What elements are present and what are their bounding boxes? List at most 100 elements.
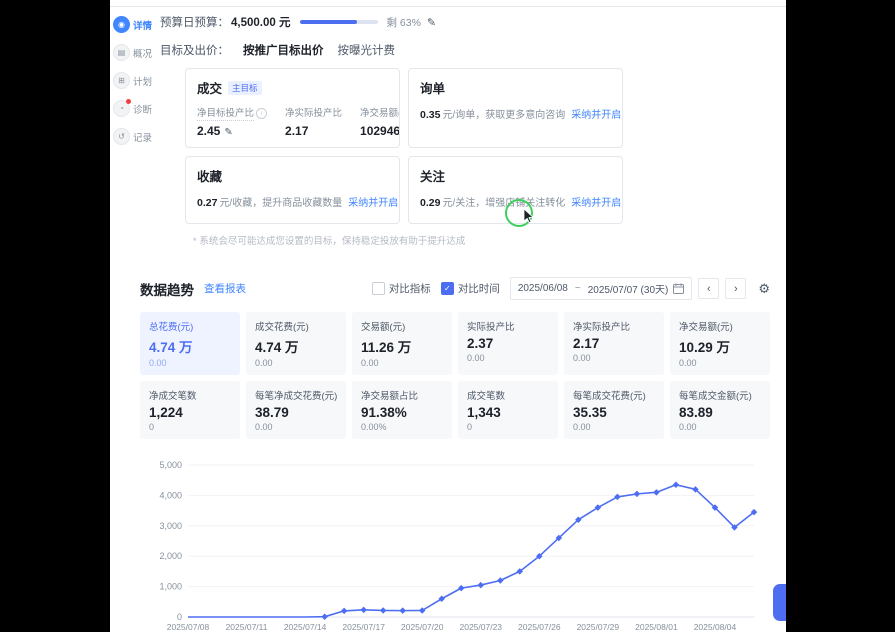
metric-card-3[interactable]: 交易额(元)11.26 万0.00: [352, 312, 452, 375]
metric-label: 总花费(元): [149, 319, 231, 333]
goal-card-title: 成交: [197, 78, 222, 97]
metric-card-10[interactable]: 成交笔数1,3430: [458, 381, 558, 439]
budget-progress-fill: [300, 20, 356, 24]
goal-card-title: 关注: [420, 166, 611, 185]
goal-note: * 系统会尽可能达成您设置的目标，保持稳定投放有助于提升达成: [193, 233, 770, 247]
tab-bid-by-goal[interactable]: 按推广目标出价: [243, 42, 324, 58]
metric-compare-value: 0.00: [467, 353, 549, 363]
top-divider: [110, 6, 786, 7]
check-icon: ✓: [444, 284, 451, 293]
goal-card-favorite: 收藏 0.27元/收藏，提升商品收藏数量采纳并开启: [185, 156, 400, 224]
metric-card-6[interactable]: 净交易额(元) 10.29 万 0.00: [670, 312, 770, 375]
alert-dot: [126, 99, 131, 104]
svg-text:5,000: 5,000: [159, 460, 182, 470]
metric-card-4[interactable]: 实际投产比2.370.00: [458, 312, 558, 375]
adopt-favorite-link[interactable]: 采纳并开启: [348, 198, 398, 209]
metric-card-5[interactable]: 净实际投产比 2.17 0.00: [564, 312, 664, 375]
adopt-follow-link[interactable]: 采纳并开启: [571, 198, 621, 209]
svg-text:2,000: 2,000: [159, 551, 182, 561]
prev-period-button[interactable]: ‹: [698, 278, 719, 299]
metric-label: 每笔成交金额(元): [679, 388, 761, 402]
compare-time-checkbox[interactable]: ✓: [441, 282, 454, 295]
sidebar-item-label: 概况: [133, 46, 152, 60]
svg-text:3,000: 3,000: [159, 521, 182, 531]
floating-side-button[interactable]: [773, 584, 786, 621]
adopt-inquiry-link[interactable]: 采纳并开启: [571, 110, 621, 121]
trend-chart-svg: 01,0002,0003,0004,0005,0002025/07/082025…: [140, 455, 764, 632]
metric-value: 2.17: [573, 336, 655, 351]
metric-compare-value: 0: [467, 422, 549, 432]
goal-card-desc: 0.35元/询单，获取更多意向咨询采纳并开启: [420, 106, 611, 121]
metric-card-2[interactable]: 成交花费(元)4.74 万0.00: [246, 312, 346, 375]
next-period-button[interactable]: ›: [725, 278, 746, 299]
plan-detail-panel: ◉详情▤概况⊞计划◔诊断↺记录 预算日预算： 4,500.00 元 剩 63% …: [110, 0, 786, 632]
sidebar-item-4[interactable]: ◔诊断: [113, 100, 159, 117]
trend-chart: 01,0002,0003,0004,0005,0002025/07/082025…: [140, 455, 770, 632]
compare-metric-checkbox[interactable]: [372, 282, 385, 295]
metric-value: 1,343: [467, 405, 549, 420]
goal-card-deal-header: 成交 主目标: [197, 78, 388, 97]
svg-text:2025/07/14: 2025/07/14: [284, 622, 327, 632]
metric-compare-value: 0.00: [361, 358, 443, 368]
plan-icon: ⊞: [113, 72, 130, 89]
calendar-icon: [673, 283, 684, 294]
metric-compare-value: 0.00: [255, 422, 337, 432]
sidebar-item-label: 详情: [133, 18, 152, 32]
date-range-picker[interactable]: 2025/06/08 ~ 2025/07/07 (30天): [510, 277, 693, 300]
diagnose-icon: ◔: [113, 100, 130, 117]
deal-metric-actual-roi: 净实际投产比 2.17: [285, 105, 342, 138]
metric-card-1[interactable]: 总花费(元) 4.74 万 0.00: [140, 312, 240, 375]
trend-header: 数据趋势 查看报表 对比指标 ✓ 对比时间 2025/06/08 ~ 2025/…: [140, 277, 770, 300]
metric-compare-value: 0.00: [573, 353, 655, 363]
metric-value: 4.74 万: [149, 336, 231, 356]
goal-card-grid: 成交 主目标 净目标投产比i 2.45✎ 净实际投产比 2.17 净交易额(元)…: [185, 68, 623, 224]
sidebar-item-label: 计划: [133, 74, 152, 88]
metric-card-7[interactable]: 净成交笔数1,2240: [140, 381, 240, 439]
metric-label: 净交易额(元): [679, 319, 761, 333]
sidebar-item-5[interactable]: ↺记录: [113, 128, 159, 145]
deal-metric-target-roi: 净目标投产比i 2.45✎: [197, 105, 267, 138]
metric-label: 净交易额占比: [361, 388, 443, 402]
svg-text:2025/07/23: 2025/07/23: [459, 622, 502, 632]
metric-card-11[interactable]: 每笔成交花费(元)35.350.00: [564, 381, 664, 439]
metric-value: 4.74 万: [255, 336, 337, 356]
metric-compare-value: 0.00: [679, 422, 761, 432]
svg-text:4,000: 4,000: [159, 490, 182, 500]
metric-card-9[interactable]: 净交易额占比91.38%0.00%: [352, 381, 452, 439]
goal-card-deal-metrics: 净目标投产比i 2.45✎ 净实际投产比 2.17 净交易额(元) 102946…: [197, 105, 388, 138]
svg-text:0: 0: [177, 612, 182, 622]
info-icon[interactable]: i: [256, 108, 267, 119]
goal-card-deal[interactable]: 成交 主目标 净目标投产比i 2.45✎ 净实际投产比 2.17 净交易额(元)…: [185, 68, 400, 148]
edit-roi-icon[interactable]: ✎: [224, 127, 232, 138]
settings-gear-icon[interactable]: ⚙: [758, 281, 770, 297]
metric-card-8[interactable]: 每笔净成交花费(元) 38.79 0.00: [246, 381, 346, 439]
metric-compare-value: 0: [149, 422, 231, 432]
tab-bid-by-impression[interactable]: 按曝光计费: [338, 42, 396, 58]
primary-goal-badge: 主目标: [228, 81, 262, 95]
budget-row: 预算日预算： 4,500.00 元 剩 63% ✎: [160, 14, 770, 30]
sidebar-item-label: 诊断: [133, 102, 152, 116]
sidebar-item-1[interactable]: ◉详情: [113, 16, 159, 33]
trend-title: 数据趋势: [140, 279, 194, 299]
metric-label: 每笔净成交花费(元): [255, 388, 337, 402]
metric-card-12[interactable]: 每笔成交金额(元)83.890.00: [670, 381, 770, 439]
metric-value: 38.79: [255, 405, 337, 420]
sidebar-item-3[interactable]: ⊞计划: [113, 72, 159, 89]
metric-label: 成交花费(元): [255, 319, 337, 333]
svg-text:2025/07/17: 2025/07/17: [342, 622, 385, 632]
deal-metric-gmv: 净交易额(元) 102946.60: [360, 105, 400, 138]
overview-icon: ▤: [113, 44, 130, 61]
view-report-link[interactable]: 查看报表: [204, 281, 246, 296]
metric-label: 净实际投产比: [573, 319, 655, 333]
click-indicator: [505, 199, 533, 227]
date-separator: ~: [575, 283, 581, 294]
sidebar-item-2[interactable]: ▤概况: [113, 44, 159, 61]
edit-budget-icon[interactable]: ✎: [427, 16, 436, 29]
metric-compare-value: 0.00: [149, 358, 231, 368]
metric-compare-value: 0.00: [679, 358, 761, 368]
metric-compare-value: 0.00: [573, 422, 655, 432]
main-content: 预算日预算： 4,500.00 元 剩 63% ✎ 目标及出价： 按推广目标出价…: [140, 0, 786, 632]
metric-value: 10.29 万: [679, 336, 761, 356]
cursor-icon: [522, 208, 534, 224]
compare-metric-label: 对比指标: [389, 281, 431, 296]
